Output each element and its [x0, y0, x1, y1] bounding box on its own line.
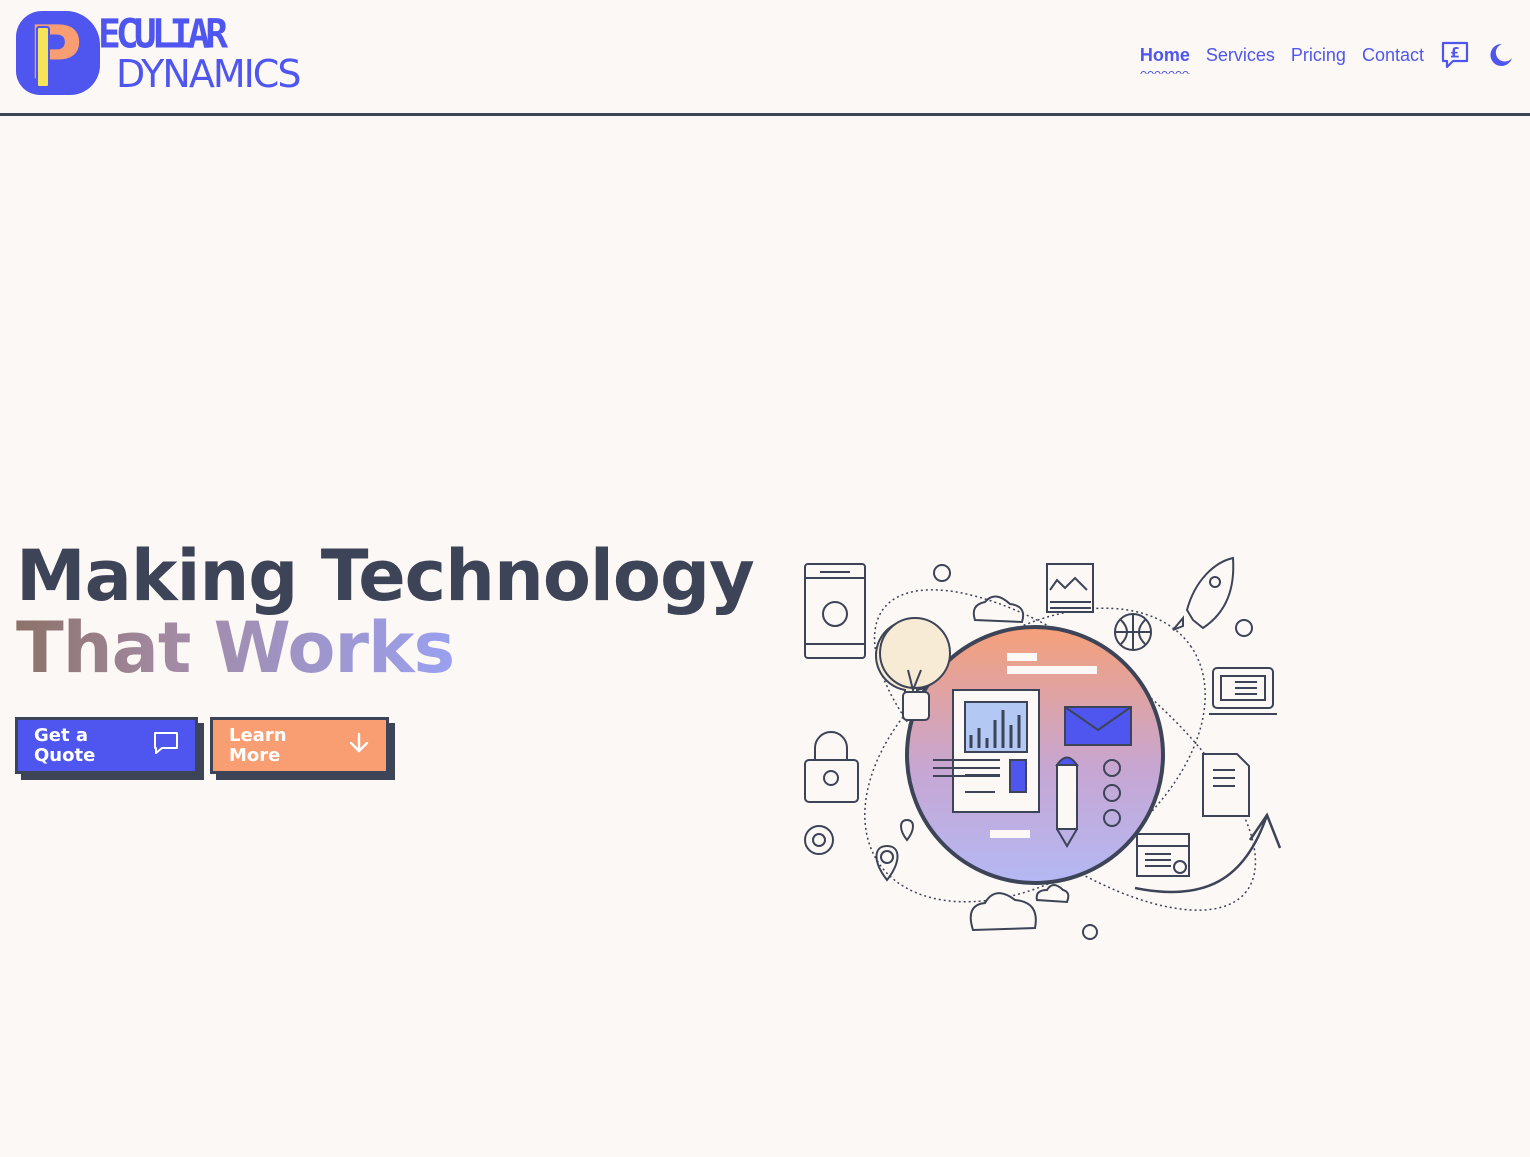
hero-title-line1: Making Technology	[16, 535, 755, 617]
nav-contact-link[interactable]: Contact	[1362, 42, 1424, 68]
hero-title: Making Technology That Works	[16, 540, 755, 689]
chat-bubble-icon	[153, 731, 179, 760]
get-a-quote-button[interactable]: Get a Quote	[15, 717, 198, 774]
nav-services-link[interactable]: Services	[1206, 42, 1275, 68]
logo-text-line1: ECULIAR	[98, 10, 228, 58]
logo-text-line2: DYNAMICS	[116, 52, 301, 96]
moon-icon[interactable]	[1486, 40, 1516, 70]
svg-text:£: £	[1450, 46, 1460, 62]
nav-pricing-link[interactable]: Pricing	[1291, 42, 1346, 68]
nav-home-link[interactable]: Home	[1139, 42, 1190, 74]
hero-title-line2: That Works	[16, 607, 455, 689]
learn-more-button[interactable]: Learn More	[210, 717, 389, 774]
site-header: P ECULIAR DYNAMICS Home Services Pricing…	[0, 0, 1530, 116]
technology-illustration	[804, 556, 1282, 940]
arrow-down-icon	[348, 732, 370, 759]
get-a-quote-label: Get a Quote	[34, 724, 96, 766]
main-nav: Home Services Pricing Contact £	[1139, 40, 1516, 74]
learn-more-label: Learn More	[229, 724, 287, 766]
logo-stripe	[36, 26, 50, 88]
brand-logo[interactable]: P ECULIAR DYNAMICS	[16, 10, 316, 98]
pound-chat-icon[interactable]: £	[1440, 40, 1470, 70]
